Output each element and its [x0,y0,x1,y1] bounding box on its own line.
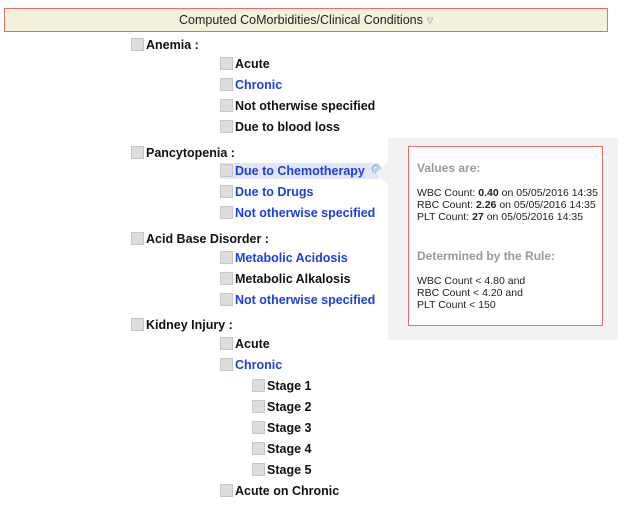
checkbox[interactable] [220,120,233,133]
option-label: Acute [235,57,270,71]
checkbox[interactable] [220,484,233,497]
option-label: Pancytopenia : [146,146,235,160]
rule-line: PLT Count < 150 [417,299,496,311]
condition-group[interactable]: Anemia : [131,37,199,53]
option-label: Chronic [235,358,283,372]
condition-option[interactable]: Not otherwise specified [220,98,375,114]
checkbox[interactable] [220,185,233,198]
value-number: 0.40 [478,187,499,199]
condition-option[interactable]: Acute [220,56,270,72]
section-header[interactable]: Computed CoMorbidities/Clinical Conditio… [4,8,608,32]
checkbox[interactable] [131,38,144,51]
checkbox[interactable] [220,57,233,70]
option-label: Chronic [235,78,283,92]
condition-group[interactable]: Acid Base Disorder : [131,231,269,247]
option-label: Stage 3 [267,421,312,435]
value-date: on 05/05/2016 14:35 [499,199,596,211]
option-label: Not otherwise specified [235,206,376,220]
checkbox[interactable] [252,421,265,434]
stage-option[interactable]: Stage 1 [252,378,311,394]
option-label: Kidney Injury : [146,318,233,332]
option-label: Stage 1 [267,379,312,393]
option-label: Due to Drugs [235,185,314,199]
option-label: Not otherwise specified [235,293,376,307]
checkbox[interactable] [131,146,144,159]
condition-option[interactable]: Metabolic Alkalosis [220,271,351,287]
condition-option[interactable]: Acute on Chronic [220,483,339,499]
checkbox[interactable] [220,358,233,371]
option-label: Not otherwise specified [235,99,376,113]
value-name: RBC Count: [417,199,474,211]
checkbox[interactable] [220,251,233,264]
checkbox[interactable] [220,78,233,91]
checkbox[interactable] [220,99,233,112]
option-label: Due to blood loss [235,120,340,134]
option-label: Stage 2 [267,400,312,414]
condition-option[interactable]: Due to blood loss [220,119,340,135]
condition-group[interactable]: Pancytopenia : [131,145,235,161]
checkbox[interactable] [131,232,144,245]
popover-pointer [376,162,388,184]
option-label: Acute on Chronic [235,484,340,498]
option-label: Metabolic Alkalosis [235,272,351,286]
value-line: WBC Count: 0.40 on 05/05/2016 14:35 [417,187,602,199]
value-line: RBC Count: 2.26 on 05/05/2016 14:35 [417,199,602,211]
value-date: on 05/05/2016 14:35 [501,187,598,199]
option-label: Stage 5 [267,463,312,477]
option-label: Due to Chemotherapy [235,164,365,178]
option-label: Acute [235,337,270,351]
condition-option[interactable]: Metabolic Acidosis [220,250,348,266]
checkbox[interactable] [252,379,265,392]
condition-option[interactable]: Due to Drugs [220,184,313,200]
option-label: Stage 4 [267,442,312,456]
stage-option[interactable]: Stage 3 [252,420,311,436]
checkbox[interactable] [131,318,144,331]
chevron-down-icon[interactable]: ▽ [427,16,433,25]
stage-option[interactable]: Stage 2 [252,399,311,415]
condition-option[interactable]: Chronic [220,357,282,373]
checkbox[interactable] [252,400,265,413]
checkbox[interactable] [220,337,233,350]
checkbox[interactable] [252,442,265,455]
value-name: WBC Count: [417,187,476,199]
condition-option[interactable]: Acute [220,336,270,352]
value-line: PLT Count: 27 on 05/05/2016 14:35 [417,211,602,223]
stage-option[interactable]: Stage 4 [252,441,311,457]
value-date: on 05/05/2016 14:35 [486,211,584,223]
rule-title: Determined by the Rule: [417,249,556,263]
values-title: Values are: [417,161,481,175]
checkbox[interactable] [220,206,233,219]
condition-option[interactable]: Not otherwise specified [220,292,375,308]
checkbox[interactable] [220,272,233,285]
value-number: 27 [472,211,484,223]
checkbox[interactable] [220,164,233,177]
checkbox[interactable] [252,463,265,476]
checkbox[interactable] [220,293,233,306]
value-name: PLT Count: [417,211,470,223]
condition-option[interactable]: Due to Chemotherapy [220,163,379,179]
condition-option[interactable]: Chronic [220,77,282,93]
condition-option[interactable]: Not otherwise specified [220,205,375,221]
value-number: 2.26 [475,199,497,211]
option-label: Acid Base Disorder : [146,232,269,246]
rule-line: WBC Count < 4.80 and [417,275,526,287]
option-label: Metabolic Acidosis [235,251,348,265]
stage-option[interactable]: Stage 5 [252,462,311,478]
rule-line: RBC Count < 4.20 and [417,287,523,299]
condition-group[interactable]: Kidney Injury : [131,317,233,333]
rule-popover: Values are: WBC Count: 0.40 on 05/05/201… [388,138,618,340]
option-label: Anemia : [146,38,199,52]
section-title: Computed CoMorbidities/Clinical Conditio… [178,13,423,27]
